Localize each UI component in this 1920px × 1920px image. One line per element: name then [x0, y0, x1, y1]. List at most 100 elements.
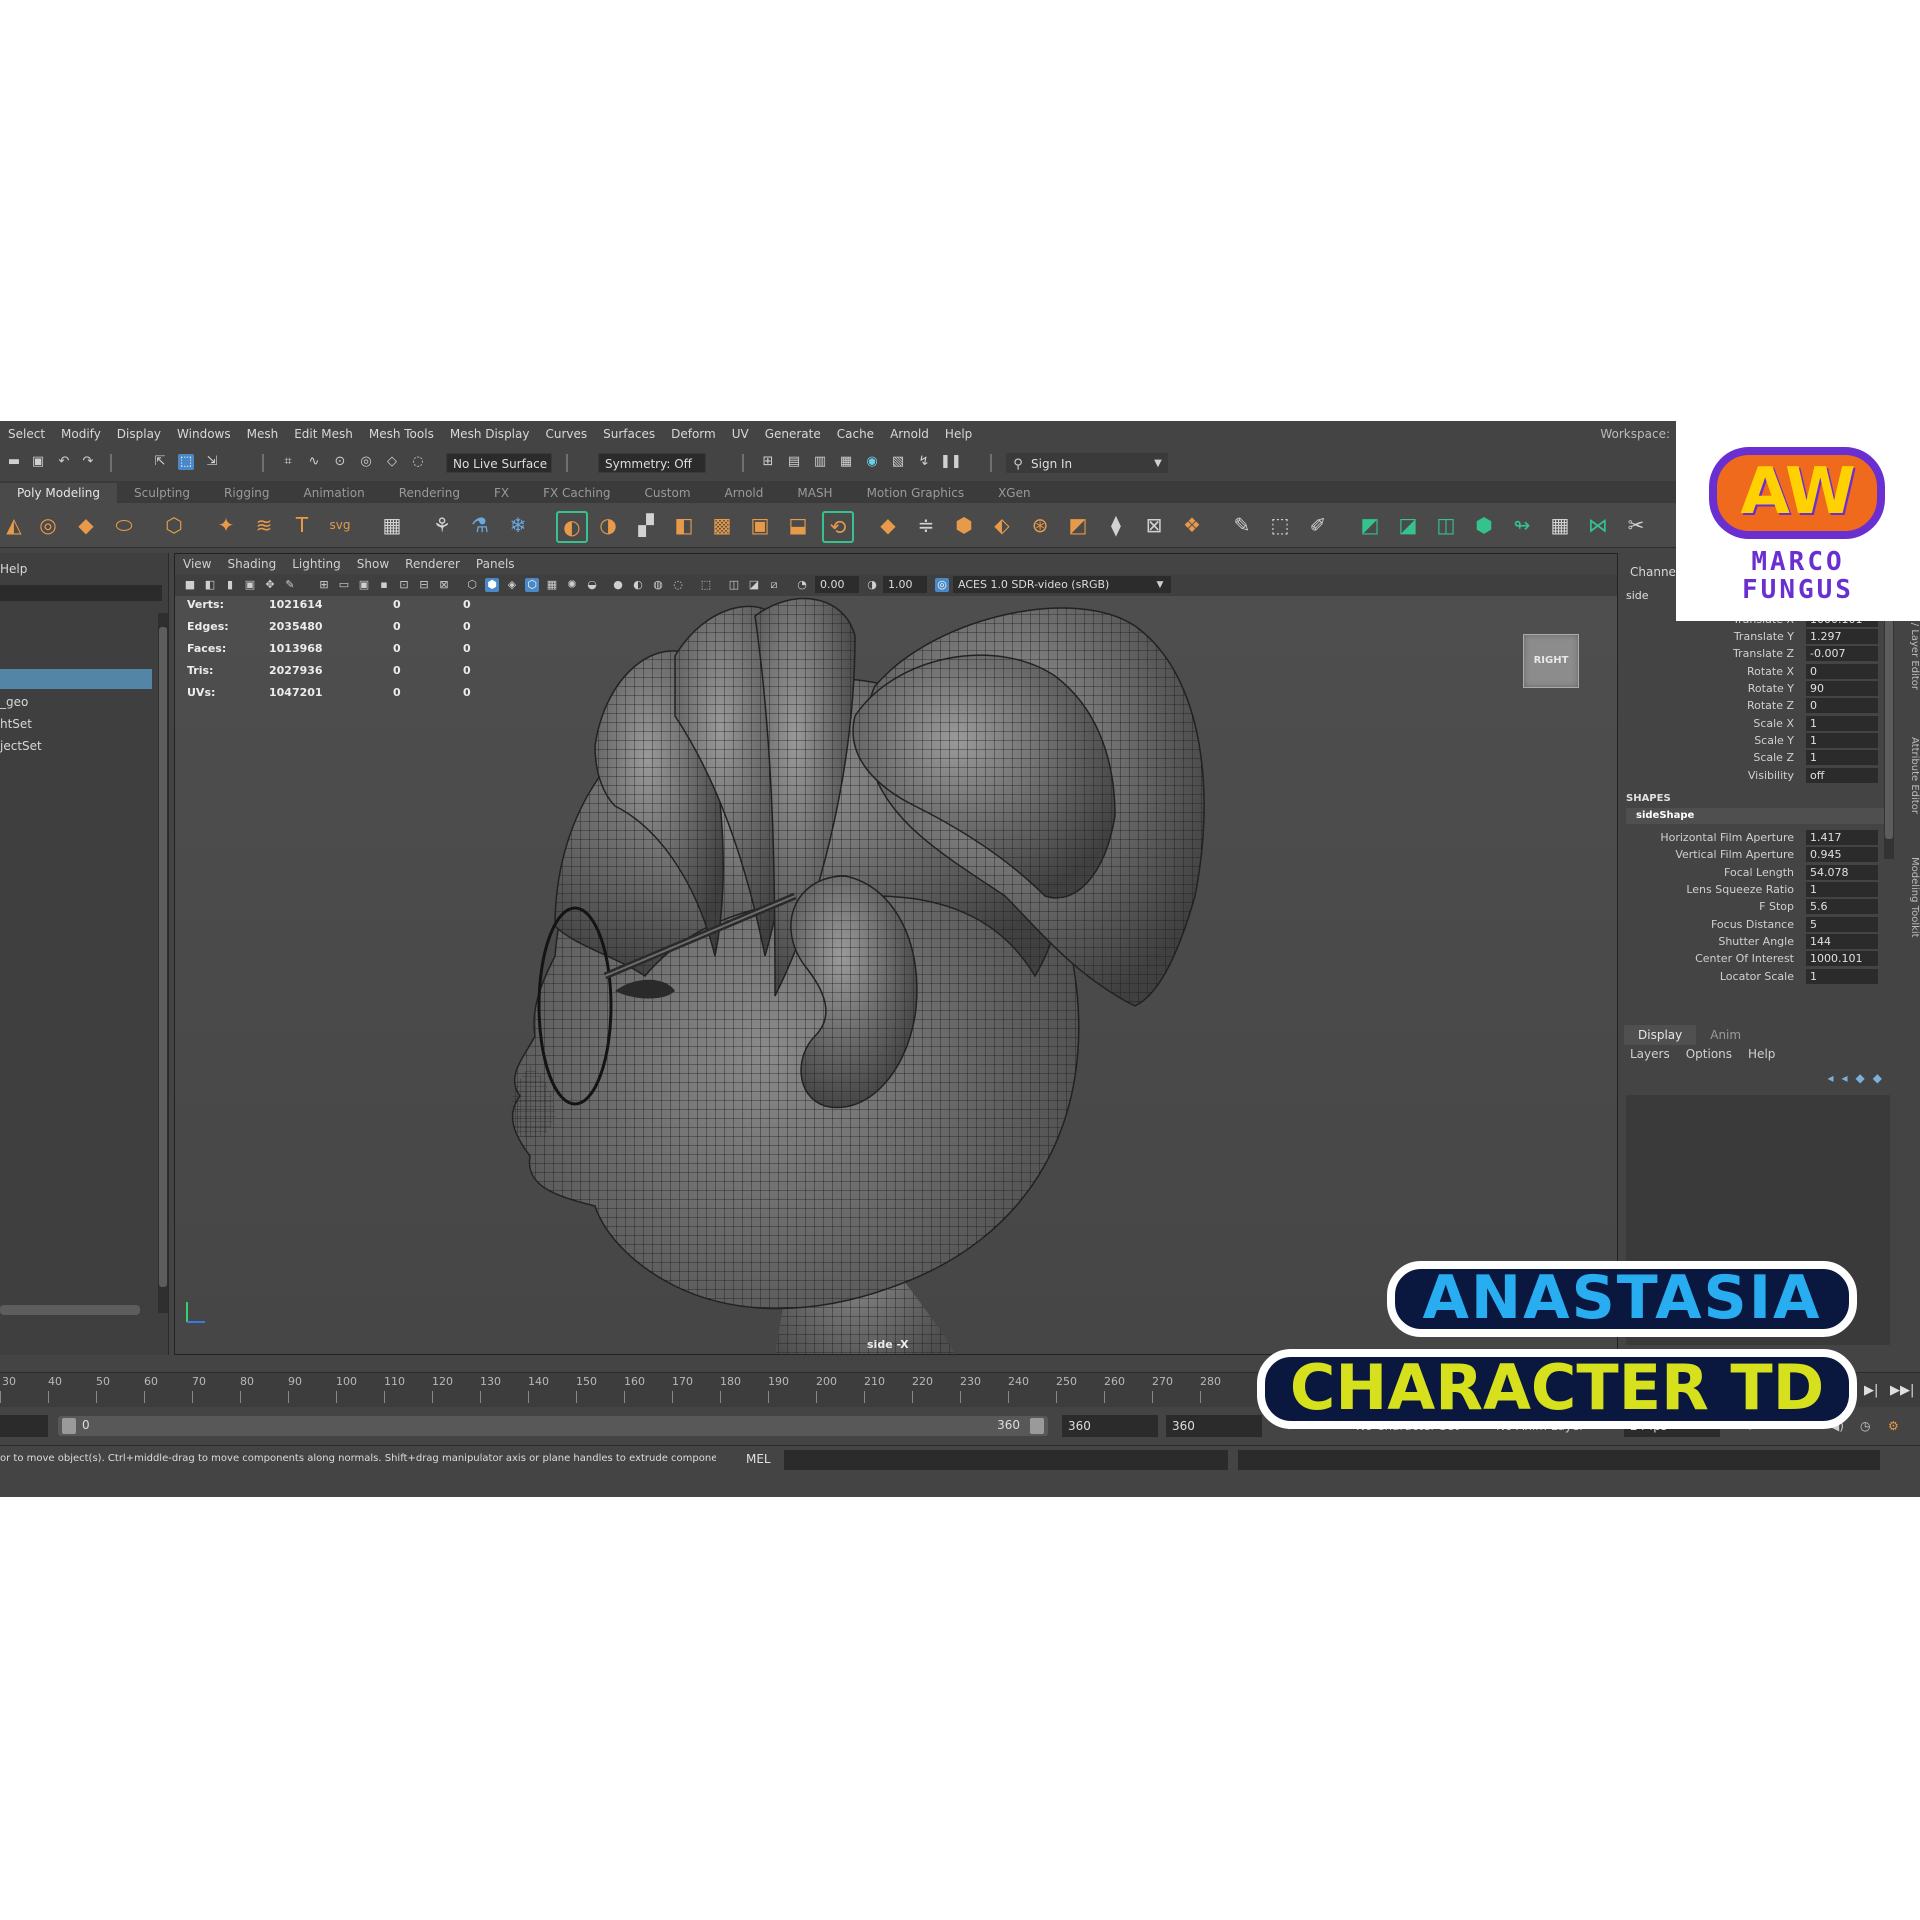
outliner-item[interactable]: jectSet	[0, 736, 152, 756]
snap-curve-icon[interactable]: ∿	[306, 454, 322, 470]
smooth-icon[interactable]: ❄	[504, 511, 532, 539]
bounding-box-icon[interactable]: ⬚	[1266, 511, 1294, 539]
outliner-hscrollbar[interactable]	[0, 1305, 140, 1315]
attr-value-field[interactable]: 1	[1806, 969, 1878, 984]
type-icon[interactable]: T	[288, 511, 316, 539]
uv-spherical-icon[interactable]: ⬢	[1470, 511, 1498, 539]
mirror-icon[interactable]: ▣	[746, 511, 774, 539]
outliner-item[interactable]	[0, 669, 152, 689]
wireframe-on-shaded-icon[interactable]: ⬡	[525, 578, 539, 592]
bevel-icon[interactable]: ▞	[632, 511, 660, 539]
attr-value-field[interactable]: 1.297	[1806, 629, 1878, 644]
channel-box-title[interactable]: Channel	[1630, 565, 1679, 579]
view-cube[interactable]: RIGHT	[1523, 634, 1579, 688]
menu-generate[interactable]: Generate	[757, 427, 829, 441]
snap-view-icon[interactable]: ◎	[358, 454, 374, 470]
menu-surfaces[interactable]: Surfaces	[595, 427, 663, 441]
camera-icon[interactable]: ■	[183, 578, 197, 592]
shape-attr-row[interactable]: Shutter Angle 144	[1620, 933, 1890, 950]
outliner-item[interactable]: _geo	[0, 692, 152, 712]
snap-point-icon[interactable]: ⊙	[332, 454, 348, 470]
layer-action-icons[interactable]: ◂◂◆◆	[1827, 1071, 1890, 1085]
menu-modify[interactable]: Modify	[53, 427, 109, 441]
script-language-toggle[interactable]: MEL	[746, 1452, 771, 1466]
poly-torus-icon[interactable]: ◎	[34, 511, 62, 539]
menu-windows[interactable]: Windows	[169, 427, 239, 441]
attr-value-field[interactable]: 144	[1806, 934, 1878, 949]
motion-blur-icon[interactable]: ◐	[631, 578, 645, 592]
shadows-icon[interactable]: ◒	[585, 578, 599, 592]
quadrangulate-icon[interactable]: ◩	[1064, 511, 1092, 539]
panel-menu-show[interactable]: Show	[349, 557, 397, 571]
pencil-icon[interactable]: ✎	[1228, 511, 1256, 539]
tab-poly-modeling[interactable]: Poly Modeling	[0, 483, 117, 503]
tab-arnold[interactable]: Arnold	[708, 483, 781, 503]
tab-fx-caching[interactable]: FX Caching	[526, 483, 627, 503]
attr-value-field[interactable]: 1.417	[1806, 830, 1878, 845]
attr-value-field[interactable]: 0	[1806, 698, 1878, 713]
attr-value-field[interactable]: 1	[1806, 882, 1878, 897]
film-gate-icon[interactable]: ▭	[337, 578, 351, 592]
ambient-occlusion-icon[interactable]: ●	[611, 578, 625, 592]
menu-edit-mesh[interactable]: Edit Mesh	[286, 427, 361, 441]
outliner-item[interactable]: htSet	[0, 714, 152, 734]
tab-custom[interactable]: Custom	[628, 483, 708, 503]
uv-layout-icon[interactable]: ⋈	[1584, 511, 1612, 539]
redo-icon[interactable]: ↷	[80, 454, 96, 470]
shape-attr-row[interactable]: Focus Distance 5	[1620, 916, 1890, 933]
live-surface-field[interactable]: No Live Surface	[446, 453, 552, 473]
safe-action-icon[interactable]: ⊟	[417, 578, 431, 592]
extrude-icon[interactable]: ◐	[556, 511, 588, 543]
sweep-mesh-icon[interactable]: ≋	[250, 511, 278, 539]
platonic-solid-icon[interactable]: ⬡	[160, 511, 188, 539]
attr-value-field[interactable]: 0.945	[1806, 847, 1878, 862]
triangulate-icon[interactable]: ⬖	[988, 511, 1016, 539]
attr-value-field[interactable]: -0.007	[1806, 646, 1878, 661]
separate-icon[interactable]: ⚗	[466, 511, 494, 539]
bookmark-icon[interactable]: ▮	[223, 578, 237, 592]
panel-menu-renderer[interactable]: Renderer	[397, 557, 468, 571]
selected-object-name[interactable]: side	[1626, 589, 1649, 602]
shape-attr-row[interactable]: Focal Length 54.078	[1620, 864, 1890, 881]
xray-icon[interactable]: ◫	[727, 578, 741, 592]
attr-value-field[interactable]: 54.078	[1806, 865, 1878, 880]
playback-speed-icon[interactable]: ◷	[1860, 1419, 1870, 1433]
tab-animation[interactable]: Animation	[287, 483, 382, 503]
attr-value-field[interactable]: 1	[1806, 733, 1878, 748]
tab-xgen[interactable]: XGen	[981, 483, 1048, 503]
gate-mask-icon[interactable]: ▪	[377, 578, 391, 592]
menu-mesh-display[interactable]: Mesh Display	[442, 427, 538, 441]
start-time-field[interactable]	[0, 1415, 48, 1437]
channel-attr-row[interactable]: Visibility off	[1620, 767, 1890, 784]
symmetry-dropdown[interactable]: Symmetry: Off	[598, 453, 706, 473]
calendar-grid-icon[interactable]: ▦	[378, 511, 406, 539]
panel-menu-shading[interactable]: Shading	[219, 557, 284, 571]
hypershade-icon[interactable]: ◉	[864, 454, 880, 470]
arnold-render-icon[interactable]: ▧	[890, 454, 906, 470]
isolate-select-icon[interactable]: ⬚	[699, 578, 713, 592]
super-shape-icon[interactable]: ✦	[212, 511, 240, 539]
sign-in-button[interactable]: Sign In	[1006, 453, 1168, 473]
outliner-scrollbar[interactable]	[158, 613, 168, 1313]
exposure-field[interactable]: 0.00	[815, 576, 859, 593]
menu-mesh-tools[interactable]: Mesh Tools	[361, 427, 442, 441]
tab-modeling-toolkit[interactable]: Modeling Toolkit	[1904, 857, 1920, 938]
exposure-icon[interactable]: ◔	[795, 578, 809, 592]
pause-icon[interactable]: ❚❚	[940, 454, 962, 470]
workspace-label[interactable]: Workspace:	[1600, 427, 1670, 441]
channel-attr-row[interactable]: Scale Z 1	[1620, 749, 1890, 766]
open-folder-icon[interactable]: ▬	[6, 454, 22, 470]
viewport-panel[interactable]: View Shading Lighting Show Renderer Pane…	[174, 553, 1618, 1355]
tab-motion-graphics[interactable]: Motion Graphics	[850, 483, 982, 503]
cube-icon[interactable]: ⬢	[950, 511, 978, 539]
scroll-thumb[interactable]	[1885, 609, 1893, 839]
viewport-scene[interactable]: Verts: 1021614 0 0 Edges: 2035480 0 0 Faces: 10…	[175, 596, 1617, 1354]
uv-planar-icon[interactable]: ◪	[1394, 511, 1422, 539]
anti-aliasing-icon[interactable]: ◍	[651, 578, 665, 592]
attr-value-field[interactable]: 1	[1806, 750, 1878, 765]
panel-menu-panels[interactable]: Panels	[468, 557, 523, 571]
shape-attr-row[interactable]: F Stop 5.6	[1620, 898, 1890, 915]
snap-live-icon[interactable]: ◌	[410, 454, 426, 470]
channel-attr-row[interactable]: Rotate Z 0	[1620, 697, 1890, 714]
smooth-shade-icon[interactable]: ⬢	[485, 578, 499, 592]
